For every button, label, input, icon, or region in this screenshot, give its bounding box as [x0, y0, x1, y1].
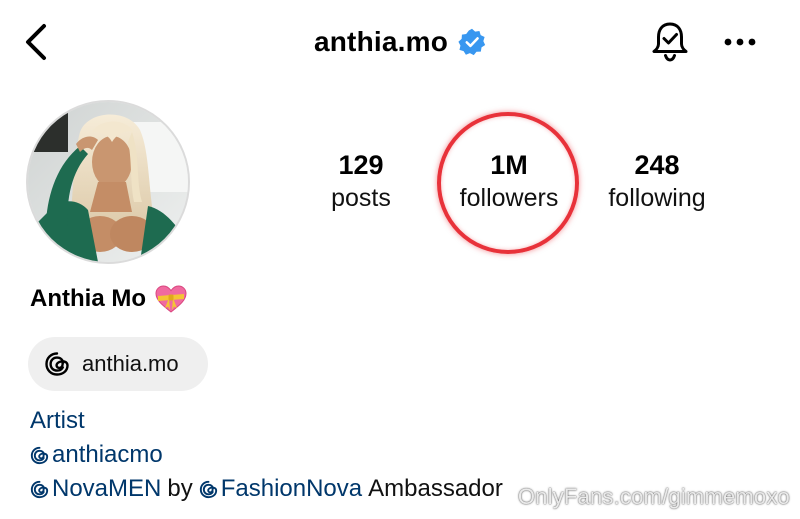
followers-stat[interactable]: 1M followers — [434, 148, 584, 214]
threads-handle: anthia.mo — [82, 351, 179, 376]
profile-avatar[interactable] — [26, 100, 190, 264]
display-name-text: Anthia Mo — [30, 285, 146, 312]
followers-label: followers — [459, 184, 559, 212]
bio-line-3: NovaMEN by FashionNova Ambassador — [30, 472, 509, 506]
mention-fashionnova-text: FashionNova — [220, 475, 363, 502]
following-label: following — [608, 184, 706, 212]
bell-check-icon — [652, 22, 688, 62]
following-stat[interactable]: 248 following — [582, 148, 732, 214]
threads-mention-icon — [199, 480, 217, 498]
following-count: 248 — [634, 150, 680, 180]
posts-count: 129 — [338, 150, 384, 180]
avatar-photo — [28, 102, 188, 262]
bio-line-1: Artist — [30, 404, 509, 438]
mention-anthiacmo[interactable]: anthiacmo — [30, 438, 163, 472]
heart-with-ribbon-emoji-icon — [155, 285, 187, 313]
bio: Artist anthiacmo NovaMEN by FashionNova … — [30, 404, 509, 506]
mention-anthiacmo-text: anthiacmo — [52, 441, 163, 468]
threads-link-button[interactable]: anthia.mo — [28, 337, 208, 391]
verified-badge-icon — [458, 28, 486, 56]
threads-logo-icon — [45, 352, 69, 376]
mention-novamen[interactable]: NovaMEN — [30, 472, 161, 506]
more-options-button[interactable] — [718, 22, 762, 62]
mention-novamen-text: NovaMEN — [52, 475, 162, 502]
display-name: Anthia Mo — [30, 284, 188, 314]
top-bar: anthia.mo — [0, 0, 800, 84]
username-title: anthia.mo — [313, 26, 449, 57]
notifications-bell-button[interactable] — [648, 18, 692, 66]
bio-by-text: by — [167, 475, 193, 502]
watermark: OnlyFans.com/gimmemoxo — [517, 484, 790, 509]
followers-count: 1M — [490, 150, 528, 180]
posts-stat[interactable]: 129 posts — [286, 148, 436, 214]
profile-page: anthia.mo 129 posts 1M followers 248 fol… — [0, 0, 800, 519]
bio-line-2: anthiacmo — [30, 438, 509, 472]
category-link[interactable]: Artist — [30, 404, 85, 438]
more-dots-icon — [724, 38, 756, 46]
bio-ambassador-text: Ambassador — [368, 475, 503, 502]
threads-mention-icon — [30, 446, 49, 464]
mention-fashionnova[interactable]: FashionNova — [199, 472, 362, 506]
posts-label: posts — [331, 184, 391, 212]
threads-mention-icon — [30, 480, 49, 498]
